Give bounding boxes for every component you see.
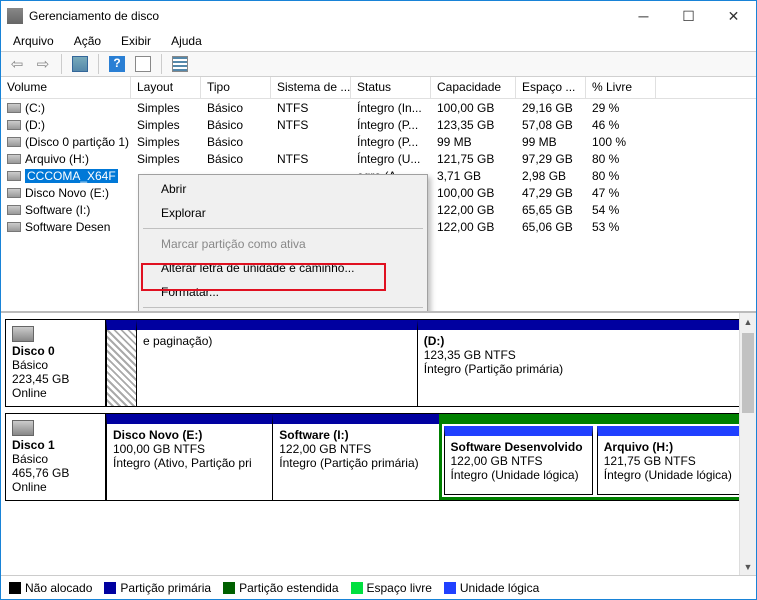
titlebar: Gerenciamento de disco ─ ☐ ✕ <box>1 1 756 31</box>
minimize-button[interactable]: ─ <box>621 2 666 31</box>
table-row[interactable]: (C:)SimplesBásicoNTFSÍntegro (In...100,0… <box>1 99 756 116</box>
extended-partition[interactable]: Software Desenvolvido122,00 GB NTFSÍnteg… <box>439 414 752 500</box>
disk-icon <box>12 326 34 342</box>
menubar: Arquivo Ação Exibir Ajuda <box>1 31 756 51</box>
volume-list-pane: Volume Layout Tipo Sistema de ... Status… <box>1 77 756 313</box>
scrollbar-vertical[interactable]: ▲ ▼ <box>739 313 756 575</box>
menu-ajuda[interactable]: Ajuda <box>163 32 210 50</box>
partition-soft-dev[interactable]: Software Desenvolvido122,00 GB NTFSÍnteg… <box>444 426 593 495</box>
back-button[interactable]: ⇦ <box>5 53 29 75</box>
partition-e[interactable]: Disco Novo (E:)100,00 GB NTFSÍntegro (At… <box>106 414 272 500</box>
partition-c[interactable]: e paginação) <box>136 320 417 406</box>
partition-d[interactable]: (D:) 123,35 GB NTFS Íntegro (Partição pr… <box>417 320 751 406</box>
col-capacidade[interactable]: Capacidade <box>431 77 516 98</box>
disk-0-label: Disco 0 Básico 223,45 GB Online <box>6 320 106 406</box>
disk-0-row[interactable]: Disco 0 Básico 223,45 GB Online e pagina… <box>5 319 752 407</box>
scroll-thumb[interactable] <box>742 333 754 413</box>
col-livre[interactable]: % Livre <box>586 77 656 98</box>
partition-reserved[interactable] <box>106 320 136 406</box>
col-status[interactable]: Status <box>351 77 431 98</box>
toolbar: ⇦ ⇨ ? <box>1 51 756 77</box>
drive-icon <box>7 222 21 232</box>
column-headers: Volume Layout Tipo Sistema de ... Status… <box>1 77 756 99</box>
view-button[interactable] <box>68 53 92 75</box>
scroll-down-icon[interactable]: ▼ <box>740 558 756 575</box>
col-volume[interactable]: Volume <box>1 77 131 98</box>
legend: Não alocado Partição primária Partição e… <box>1 575 756 599</box>
menu-acao[interactable]: Ação <box>66 32 109 50</box>
disk-1-label: Disco 1 Básico 465,76 GB Online <box>6 414 106 500</box>
ctx-explorar[interactable]: Explorar <box>141 201 425 225</box>
table-row[interactable]: (Disco 0 partição 1)SimplesBásicoÍntegro… <box>1 133 756 150</box>
drive-icon <box>7 137 21 147</box>
col-tipo[interactable]: Tipo <box>201 77 271 98</box>
legend-swatch-free <box>351 582 363 594</box>
context-menu: Abrir Explorar Marcar partição como ativ… <box>138 174 428 313</box>
ctx-marcar-ativa: Marcar partição como ativa <box>141 232 425 256</box>
menu-exibir[interactable]: Exibir <box>113 32 159 50</box>
ctx-alterar-letra[interactable]: Alterar letra de unidade e caminho... <box>141 256 425 280</box>
table-row[interactable]: (D:)SimplesBásicoNTFSÍntegro (P...123,35… <box>1 116 756 133</box>
ctx-formatar[interactable]: Formatar... <box>141 280 425 304</box>
drive-icon <box>7 120 21 130</box>
col-espaco[interactable]: Espaço ... <box>516 77 586 98</box>
drive-icon <box>7 103 21 113</box>
legend-swatch-extended <box>223 582 235 594</box>
disk-icon <box>12 420 34 436</box>
forward-button[interactable]: ⇨ <box>31 53 55 75</box>
app-icon <box>7 8 23 24</box>
col-sistema[interactable]: Sistema de ... <box>271 77 351 98</box>
disk-management-window: Gerenciamento de disco ─ ☐ ✕ Arquivo Açã… <box>0 0 757 600</box>
drive-icon <box>7 154 21 164</box>
drive-icon <box>7 205 21 215</box>
partition-i[interactable]: Software (I:)122,00 GB NTFSÍntegro (Part… <box>272 414 438 500</box>
legend-swatch-unallocated <box>9 582 21 594</box>
help-button[interactable]: ? <box>105 53 129 75</box>
scroll-up-icon[interactable]: ▲ <box>740 313 756 330</box>
col-layout[interactable]: Layout <box>131 77 201 98</box>
ctx-abrir[interactable]: Abrir <box>141 177 425 201</box>
legend-swatch-logical <box>444 582 456 594</box>
refresh-button[interactable] <box>131 53 155 75</box>
maximize-button[interactable]: ☐ <box>666 2 711 31</box>
menu-arquivo[interactable]: Arquivo <box>5 32 62 50</box>
list-button[interactable] <box>168 53 192 75</box>
disk-1-row[interactable]: Disco 1 Básico 465,76 GB Online Disco No… <box>5 413 752 501</box>
graphical-pane: Disco 0 Básico 223,45 GB Online e pagina… <box>1 313 756 575</box>
legend-swatch-primary <box>104 582 116 594</box>
close-button[interactable]: ✕ <box>711 2 756 31</box>
table-row[interactable]: Arquivo (H:)SimplesBásicoNTFSÍntegro (U.… <box>1 150 756 167</box>
partition-arquivo-h[interactable]: Arquivo (H:)121,75 GB NTFSÍntegro (Unida… <box>597 426 746 495</box>
window-title: Gerenciamento de disco <box>29 9 621 23</box>
drive-icon <box>7 188 21 198</box>
drive-icon <box>7 171 21 181</box>
